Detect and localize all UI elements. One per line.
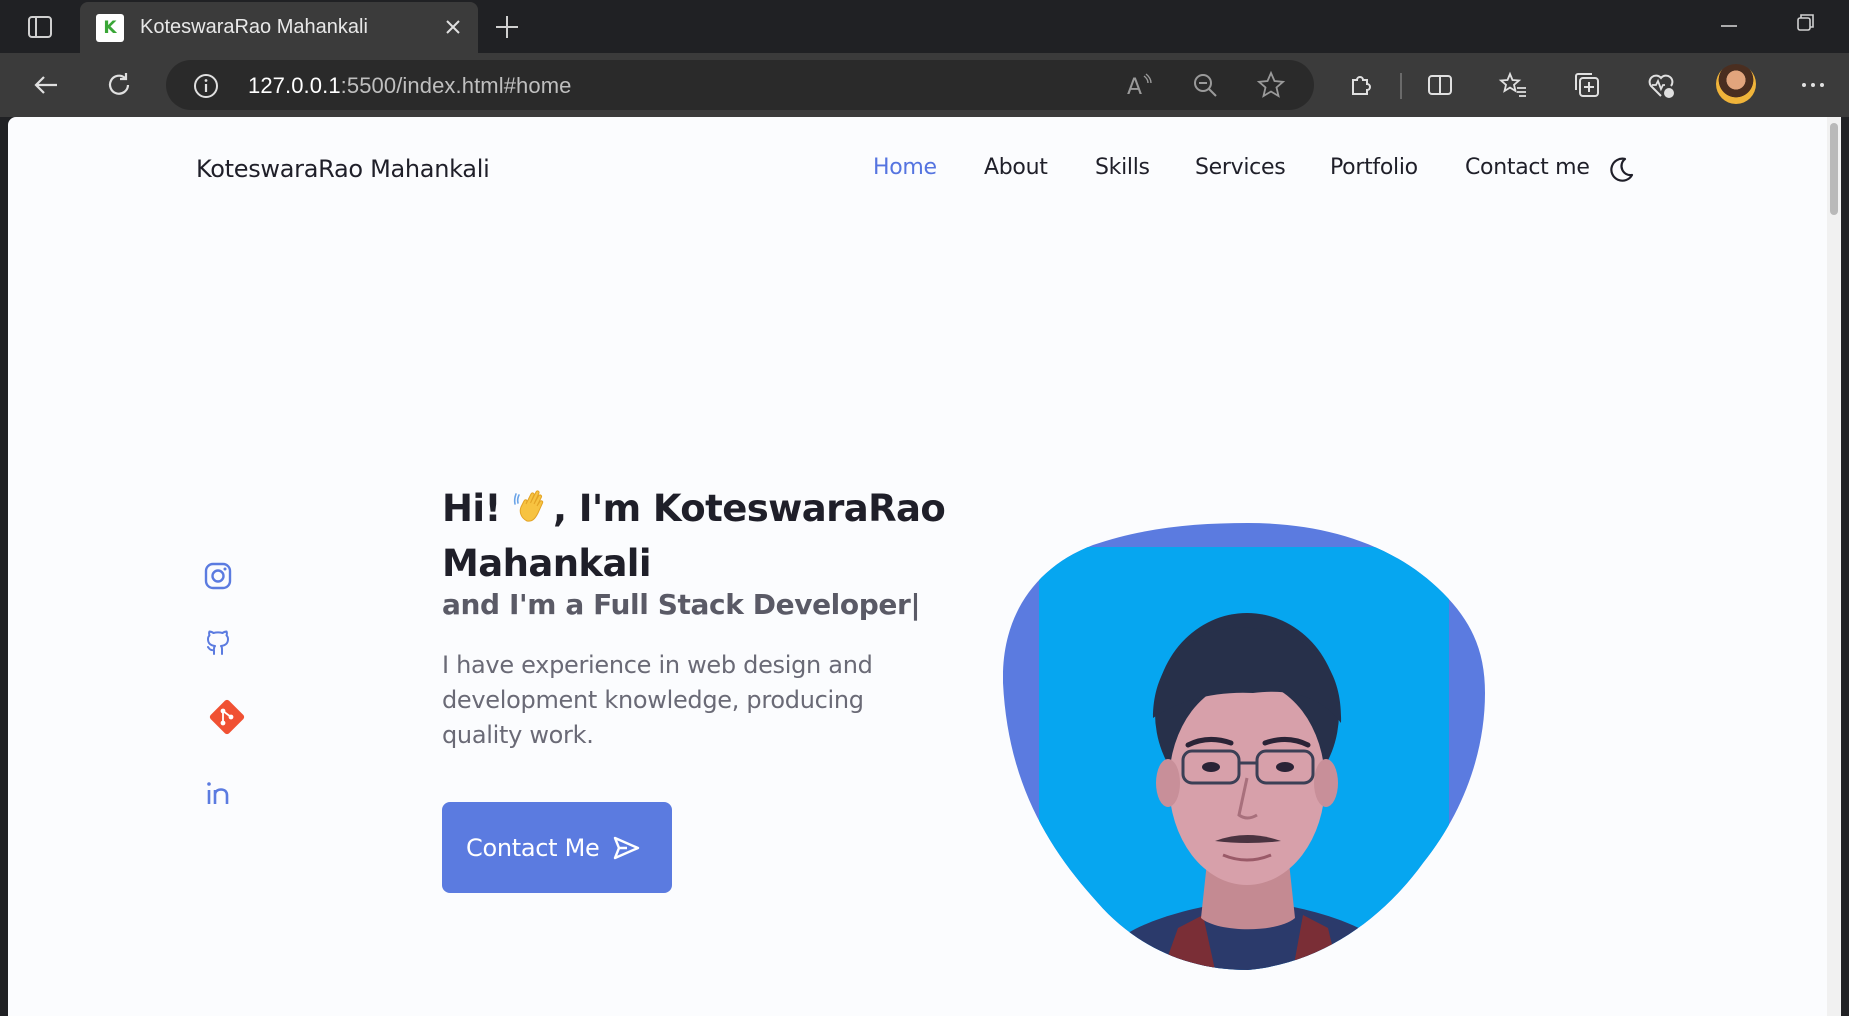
url-path: :5500/index.html#home	[340, 73, 572, 98]
linkedin-icon[interactable]	[203, 778, 233, 808]
minimize-icon[interactable]	[1714, 8, 1744, 38]
zoom-out-icon[interactable]	[1190, 70, 1220, 100]
contact-me-label: Contact Me	[466, 833, 600, 862]
favicon-icon: K	[96, 13, 124, 42]
extensions-icon[interactable]	[1339, 63, 1383, 107]
hero-description: I have experience in web design and deve…	[442, 651, 873, 749]
favorites-icon[interactable]	[1491, 63, 1535, 107]
profile-photo-blob	[1003, 523, 1485, 970]
browser-essentials-icon[interactable]	[1639, 63, 1683, 107]
split-screen-icon[interactable]	[1418, 63, 1462, 107]
read-aloud-icon[interactable]: A	[1124, 70, 1154, 100]
close-tab-icon[interactable]	[442, 16, 464, 38]
waving-hand-icon	[513, 490, 544, 522]
restore-icon[interactable]	[1790, 8, 1820, 38]
collections-icon[interactable]	[1565, 63, 1609, 107]
hero-title-greeting: Hi!	[442, 487, 514, 530]
nav-portfolio[interactable]: Portfolio	[1330, 155, 1418, 180]
nav-contact-me[interactable]: Contact me	[1465, 155, 1590, 180]
git-icon[interactable]	[204, 694, 250, 740]
profile-avatar[interactable]	[1716, 64, 1756, 104]
tab-actions-icon[interactable]	[22, 14, 58, 40]
nav-home[interactable]: Home	[873, 155, 937, 180]
nav-about[interactable]: About	[984, 155, 1048, 180]
reload-icon[interactable]	[97, 63, 141, 107]
new-tab-icon[interactable]	[490, 10, 524, 44]
site-info-icon[interactable]	[192, 72, 220, 100]
browser-tab[interactable]: K KoteswaraRao Mahankali	[80, 2, 478, 53]
github-icon[interactable]	[203, 628, 233, 658]
url-host: 127.0.0.1	[248, 73, 341, 98]
hero-subtitle: and I'm a Full Stack Developer|	[442, 588, 921, 621]
address-bar[interactable]: 127.0.0.1:5500/index.html#home A	[166, 60, 1314, 110]
nav-services[interactable]: Services	[1195, 155, 1286, 180]
browser-toolbar: 127.0.0.1:5500/index.html#home A	[0, 53, 1849, 117]
scrollbar-thumb[interactable]	[1830, 123, 1838, 215]
tab-bar: K KoteswaraRao Mahankali	[0, 0, 1849, 53]
more-menu-icon[interactable]	[1791, 63, 1835, 107]
hero-title: Hi! , I'm KoteswaraRao Mahankali	[442, 481, 962, 591]
tab-title: KoteswaraRao Mahankali	[140, 16, 368, 38]
url-text: 127.0.0.1:5500/index.html#home	[248, 73, 571, 99]
favorite-star-icon[interactable]	[1256, 70, 1286, 100]
instagram-icon[interactable]	[203, 561, 233, 591]
dark-mode-moon-icon[interactable]	[1606, 155, 1636, 185]
toolbar-divider	[1400, 73, 1402, 99]
page-viewport: KoteswaraRao Mahankali Home About Skills…	[8, 117, 1835, 1016]
site-brand[interactable]: KoteswaraRao Mahankali	[196, 155, 490, 183]
nav-skills[interactable]: Skills	[1095, 155, 1150, 180]
contact-me-button[interactable]: Contact Me	[442, 802, 672, 893]
page-scrollbar[interactable]	[1827, 117, 1841, 1016]
back-arrow-icon[interactable]	[24, 63, 68, 107]
send-icon	[614, 836, 640, 859]
svg-text:A: A	[1127, 75, 1142, 100]
